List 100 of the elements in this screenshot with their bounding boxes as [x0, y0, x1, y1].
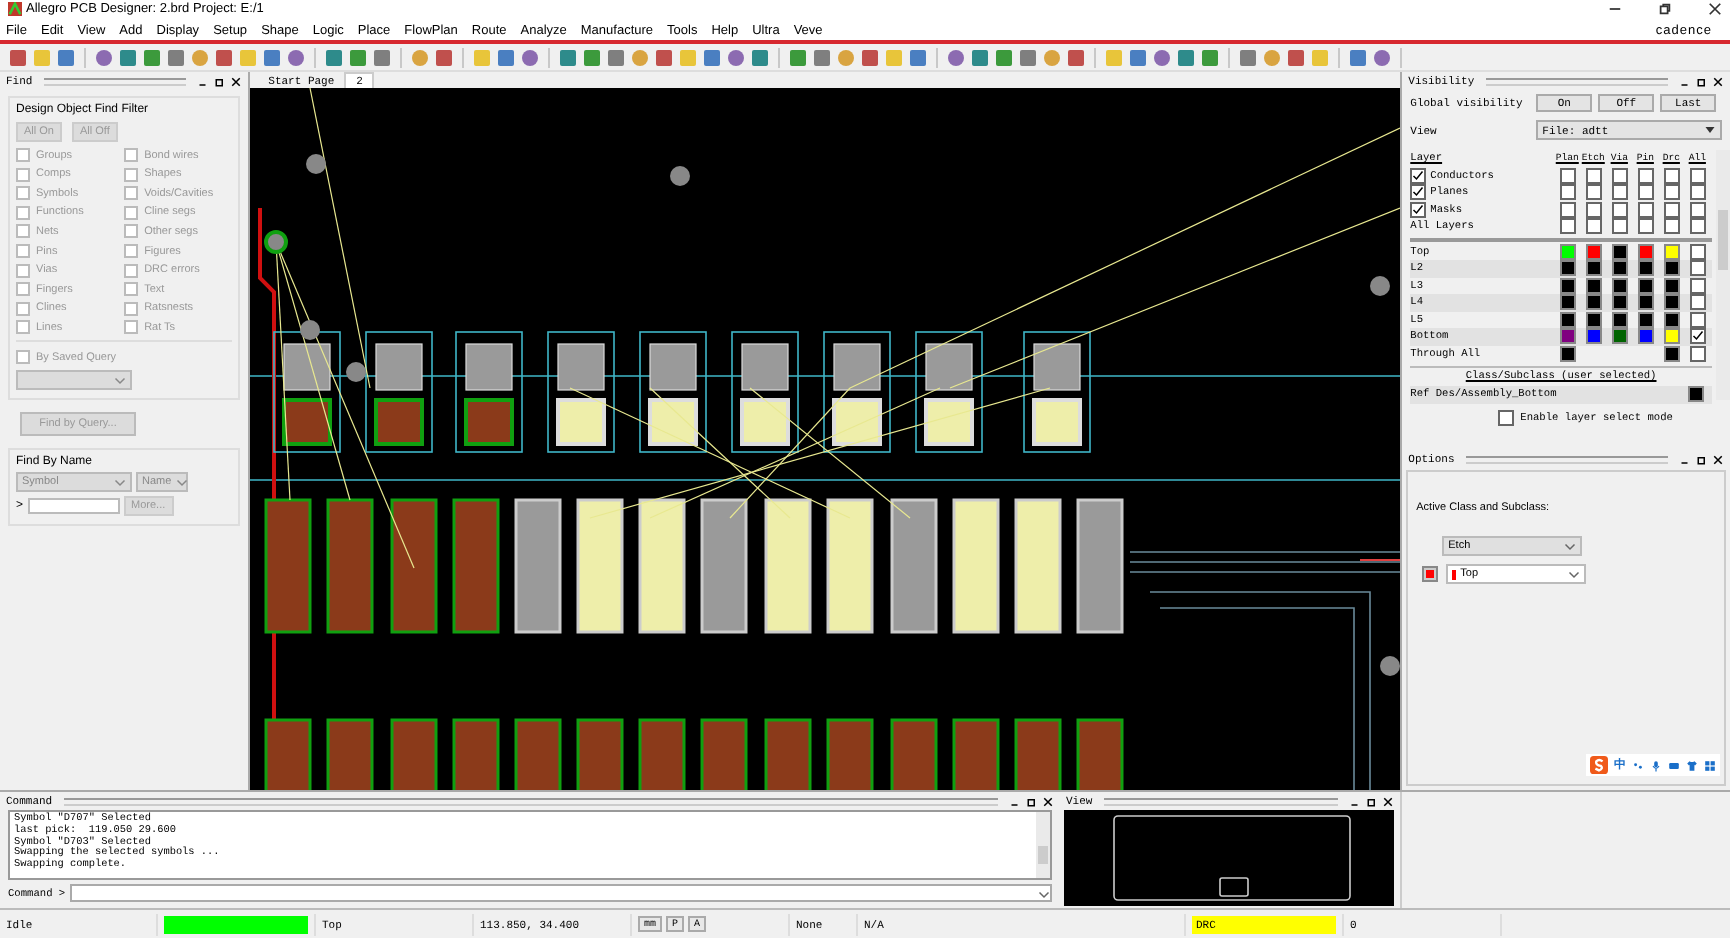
- tool-icon[interactable]: [606, 47, 626, 68]
- tool-icon[interactable]: [118, 47, 138, 68]
- tool-icon[interactable]: [726, 47, 746, 68]
- color-swatch[interactable]: [1663, 260, 1680, 277]
- color-swatch[interactable]: [1585, 294, 1602, 311]
- tool-icon[interactable]: [970, 47, 990, 68]
- checkbox[interactable]: [1689, 201, 1706, 218]
- tool-icon[interactable]: [1152, 47, 1172, 68]
- tool-icon[interactable]: [262, 47, 282, 68]
- checkbox[interactable]: [1585, 167, 1602, 184]
- color-swatch[interactable]: [1585, 260, 1602, 277]
- tool-icon[interactable]: [56, 47, 76, 68]
- shirt-icon[interactable]: [1686, 759, 1698, 772]
- command-input-field[interactable]: [69, 884, 1052, 903]
- tool-icon[interactable]: [1066, 47, 1086, 68]
- checkbox[interactable]: [1637, 218, 1654, 235]
- color-swatch[interactable]: [1585, 243, 1602, 260]
- tool-icon[interactable]: [908, 47, 928, 68]
- checkbox[interactable]: [1689, 184, 1706, 201]
- tool-icon[interactable]: [654, 47, 674, 68]
- undock-icon[interactable]: [1366, 795, 1378, 808]
- checkbox[interactable]: [1663, 218, 1680, 235]
- grid-icon[interactable]: [1704, 759, 1716, 772]
- color-swatch[interactable]: [1688, 386, 1704, 403]
- checkbox[interactable]: [1689, 328, 1706, 345]
- color-swatch[interactable]: [1611, 260, 1628, 277]
- tool-icon[interactable]: [286, 47, 306, 68]
- checkbox[interactable]: [1498, 409, 1515, 426]
- close-icon[interactable]: [1382, 795, 1394, 808]
- undock-icon[interactable]: [1696, 75, 1708, 88]
- tool-icon[interactable]: [582, 47, 602, 68]
- name-input-field[interactable]: [27, 498, 120, 515]
- checkbox[interactable]: [1559, 167, 1576, 184]
- checkbox[interactable]: [1611, 167, 1628, 184]
- tool-icon[interactable]: [348, 47, 368, 68]
- tool-icon[interactable]: [1176, 47, 1196, 68]
- close-icon[interactable]: [1708, 2, 1722, 17]
- color-swatch[interactable]: [1637, 243, 1654, 260]
- checkbox[interactable]: [1689, 218, 1706, 235]
- color-swatch[interactable]: [1611, 243, 1628, 260]
- color-swatch[interactable]: [1559, 243, 1576, 260]
- color-swatch[interactable]: [1637, 260, 1654, 277]
- punctuation-icon[interactable]: [1632, 759, 1644, 772]
- undock-icon[interactable]: [1026, 795, 1038, 808]
- close-icon[interactable]: [1712, 453, 1724, 466]
- color-swatch[interactable]: [1637, 328, 1654, 345]
- checkbox[interactable]: [1585, 184, 1602, 201]
- checkbox[interactable]: [1637, 167, 1654, 184]
- checkbox[interactable]: [1585, 218, 1602, 235]
- tool-icon[interactable]: [994, 47, 1014, 68]
- checkbox[interactable]: [1663, 184, 1680, 201]
- checkbox[interactable]: [1689, 294, 1706, 311]
- checkbox[interactable]: [1410, 201, 1427, 218]
- color-swatch[interactable]: [1663, 328, 1680, 345]
- ime-logo-icon[interactable]: [1590, 756, 1608, 775]
- color-swatch[interactable]: [1559, 328, 1576, 345]
- tool-icon[interactable]: [1200, 47, 1220, 68]
- tool-icon[interactable]: [496, 47, 516, 68]
- checkbox[interactable]: [1611, 218, 1628, 235]
- scrollbar[interactable]: [1716, 150, 1730, 401]
- color-swatch[interactable]: [1663, 294, 1680, 311]
- tool-icon[interactable]: [1128, 47, 1148, 68]
- checkbox[interactable]: [1663, 201, 1680, 218]
- restore-icon[interactable]: [1658, 2, 1672, 17]
- color-swatch[interactable]: [1611, 294, 1628, 311]
- close-icon[interactable]: [1712, 75, 1724, 88]
- checkbox[interactable]: [1689, 243, 1706, 260]
- checkbox[interactable]: [1410, 184, 1427, 201]
- scrollbar[interactable]: [1036, 812, 1050, 879]
- tool-icon[interactable]: [750, 47, 770, 68]
- board-overview-drawing[interactable]: [1064, 810, 1394, 907]
- tool-icon[interactable]: [1348, 47, 1368, 68]
- checkbox[interactable]: [1585, 201, 1602, 218]
- color-swatch[interactable]: [1559, 260, 1576, 277]
- checkbox[interactable]: [1611, 184, 1628, 201]
- checkbox[interactable]: [1410, 167, 1427, 184]
- tool-icon[interactable]: [788, 47, 808, 68]
- color-swatch[interactable]: [1559, 294, 1576, 311]
- undock-icon[interactable]: [1696, 453, 1708, 466]
- checkbox[interactable]: [1559, 184, 1576, 201]
- tool-icon[interactable]: [946, 47, 966, 68]
- tool-icon[interactable]: [8, 47, 28, 68]
- tool-icon[interactable]: [372, 47, 392, 68]
- tool-icon[interactable]: [142, 47, 162, 68]
- color-swatch[interactable]: [1637, 294, 1654, 311]
- color-swatch[interactable]: [1611, 328, 1628, 345]
- checkbox[interactable]: [1637, 201, 1654, 218]
- checkbox[interactable]: [1637, 184, 1654, 201]
- checkbox[interactable]: [1689, 167, 1706, 184]
- tool-icon[interactable]: [558, 47, 578, 68]
- tool-icon[interactable]: [1372, 47, 1392, 68]
- tool-icon[interactable]: [94, 47, 114, 68]
- microphone-icon[interactable]: [1650, 759, 1662, 772]
- checkbox[interactable]: [1611, 201, 1628, 218]
- checkbox[interactable]: [1559, 201, 1576, 218]
- tool-icon[interactable]: [1238, 47, 1258, 68]
- tool-icon[interactable]: [166, 47, 186, 68]
- close-icon[interactable]: [1042, 795, 1054, 808]
- tool-icon[interactable]: [860, 47, 880, 68]
- close-icon[interactable]: [230, 75, 243, 88]
